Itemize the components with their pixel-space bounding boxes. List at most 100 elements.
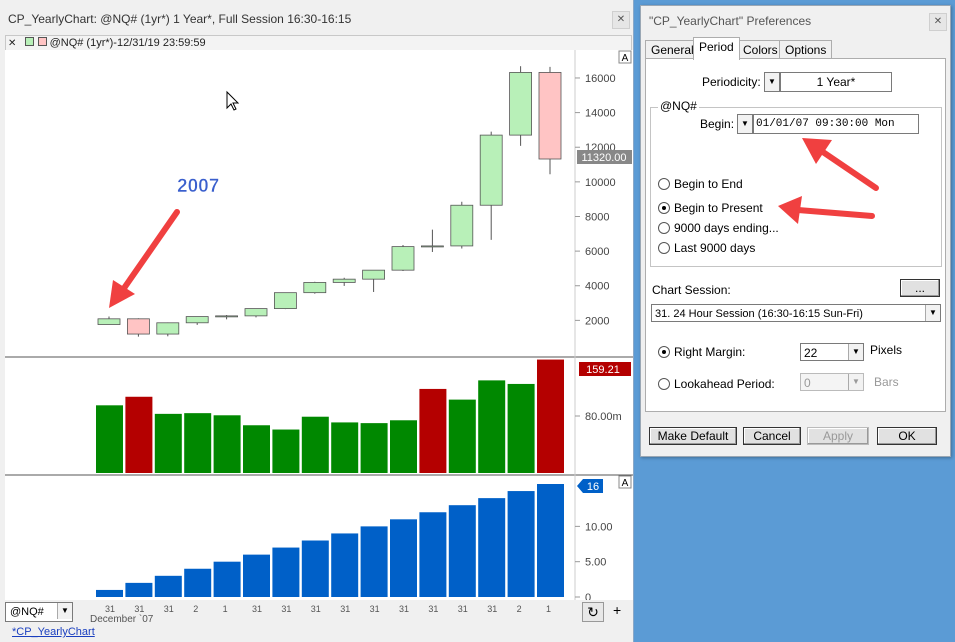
chart-bottom-bar: @NQ# ▼ 31 31 31 2 1 31 31 31 31 31 31 31 31 31 2 1 Dece…	[0, 600, 633, 642]
tab-colors[interactable]: Colors	[737, 40, 784, 59]
session-browse-button[interactable]: ...	[900, 279, 940, 297]
x-axis-tick-label: 1	[546, 604, 552, 614]
volume-bar	[272, 429, 300, 473]
x-axis-tick-label: 31	[369, 604, 380, 614]
indicator-bar	[360, 526, 388, 597]
chart-plot-area[interactable]: 16000140001200010000800060004000200080.0…	[5, 50, 633, 600]
x-axis-period-label: December `07	[90, 614, 154, 625]
indicator-bar	[125, 582, 153, 597]
indicator-bar	[448, 505, 476, 597]
indicator-bar	[419, 512, 447, 597]
volume-bar	[537, 359, 564, 473]
svg-text:11320.00: 11320.00	[581, 152, 626, 164]
candle-body	[362, 269, 386, 280]
radio-last-days[interactable]	[658, 242, 670, 254]
tab-general[interactable]: General	[645, 40, 700, 59]
volume-bar	[448, 399, 476, 473]
price-axis-label: 4000	[585, 281, 609, 293]
add-icon[interactable]: +	[613, 602, 621, 618]
indicator-bar	[537, 484, 564, 597]
up-candle-legend-icon	[25, 37, 35, 46]
candle-body	[538, 72, 562, 160]
x-axis-tick-label: 1	[222, 604, 228, 614]
close-icon[interactable]: ✕	[929, 13, 947, 31]
indicator-axis-label: 5.00	[585, 557, 606, 569]
periodicity-label: Periodicity:	[702, 75, 761, 89]
make-default-button[interactable]: Make Default	[649, 427, 737, 445]
price-axis-label: 16000	[585, 73, 616, 85]
right-margin-field[interactable]: 22 ▼	[800, 343, 864, 361]
x-axis-tick-label: 31	[340, 604, 351, 614]
chart-window-title: CP_YearlyChart: @NQ# (1yr*) 1 Year*, Ful…	[8, 12, 352, 26]
scale-badge-text: A	[622, 478, 629, 489]
chevron-down-icon[interactable]: ▼	[925, 305, 940, 321]
indicator-bar	[478, 498, 506, 597]
candle-body	[127, 318, 150, 335]
tab-period[interactable]: Period	[693, 37, 740, 60]
ok-button[interactable]: OK	[877, 427, 937, 445]
chevron-down-icon[interactable]: ▼	[764, 72, 780, 92]
svg-text:159.21: 159.21	[586, 364, 620, 376]
x-axis-tick-label: 31	[163, 604, 174, 614]
chevron-down-icon[interactable]: ▼	[848, 344, 863, 360]
candle-body	[479, 134, 503, 206]
radio-lookahead[interactable]	[658, 378, 670, 390]
volume-bar	[507, 383, 535, 473]
volume-bar	[96, 405, 123, 473]
chart-window: CP_YearlyChart: @NQ# (1yr*) 1 Year*, Ful…	[0, 0, 634, 642]
price-axis-label: 8000	[585, 211, 609, 223]
symbol-selector[interactable]: @NQ# ▼	[5, 602, 73, 622]
refresh-icon[interactable]: ↻	[582, 602, 604, 622]
chevron-down-icon[interactable]: ▼	[848, 374, 863, 390]
volume-bar	[478, 380, 506, 473]
price-marker: 11320.00	[577, 150, 632, 164]
chevron-down-icon[interactable]: ▼	[57, 603, 72, 619]
close-icon[interactable]: ✕	[8, 38, 16, 49]
x-axis-tick-label: 31	[487, 604, 498, 614]
candle-body	[332, 278, 356, 283]
session-select[interactable]: 31. 24 Hour Session (16:30-16:15 Sun-Fri…	[651, 304, 941, 322]
candle-body	[244, 308, 268, 317]
x-axis-tick-label: 31	[399, 604, 410, 614]
indicator-axis-label: 10.00	[585, 521, 613, 533]
down-candle-legend-icon	[37, 37, 47, 46]
indicator-bar	[331, 533, 359, 597]
lookahead-field[interactable]: 0 ▼	[800, 373, 864, 391]
indicator-bar	[96, 589, 123, 597]
price-axis-label: 2000	[585, 315, 609, 327]
data-window-bar: ✕ @NQ# (1yr*)-12/31/19 23:59:59	[5, 35, 632, 51]
price-axis-label: 14000	[585, 108, 616, 120]
volume-axis-label: 80.00m	[585, 411, 622, 423]
right-margin-unit: Pixels	[870, 343, 903, 357]
x-axis-tick-label: 31	[134, 604, 145, 614]
dialog-title: "CP_YearlyChart" Preferences	[649, 14, 812, 28]
candle-body	[391, 246, 415, 271]
indicator-bar	[301, 540, 329, 597]
indicator-bar	[390, 519, 417, 597]
apply-button[interactable]: Apply	[807, 427, 869, 445]
candle-body	[273, 292, 297, 309]
x-axis-tick-label: 2	[193, 604, 199, 614]
right-margin-value: 22	[804, 346, 818, 360]
tab-options[interactable]: Options	[779, 40, 833, 59]
indicator-bar	[213, 561, 241, 597]
footer-tab[interactable]: *CP_YearlyChart	[12, 626, 95, 638]
price-axis-label: 10000	[585, 177, 616, 189]
x-axis-tick-label: 2	[516, 604, 522, 614]
x-axis: 31 31 31 2 1 31 31 31 31 31 31 31 31 31 2 1 December `0…	[90, 604, 580, 625]
radio-label[interactable]: Last 9000 days	[674, 241, 755, 255]
radio-right-margin[interactable]	[658, 346, 670, 358]
periodicity-field[interactable]: 1 Year*	[780, 72, 892, 92]
right-margin-label[interactable]: Right Margin:	[674, 345, 745, 359]
x-axis-tick-label: 31	[252, 604, 263, 614]
candle-body	[185, 316, 209, 324]
x-axis-tick-label: 31	[105, 604, 116, 614]
close-icon[interactable]: ✕	[612, 11, 630, 29]
indicator-bar	[243, 554, 270, 597]
cancel-button[interactable]: Cancel	[743, 427, 801, 445]
candle-body	[420, 245, 444, 248]
price-axis-label: 6000	[585, 246, 609, 258]
volume-bar	[360, 423, 388, 473]
candle-body	[450, 204, 474, 247]
lookahead-label[interactable]: Lookahead Period:	[674, 377, 775, 391]
